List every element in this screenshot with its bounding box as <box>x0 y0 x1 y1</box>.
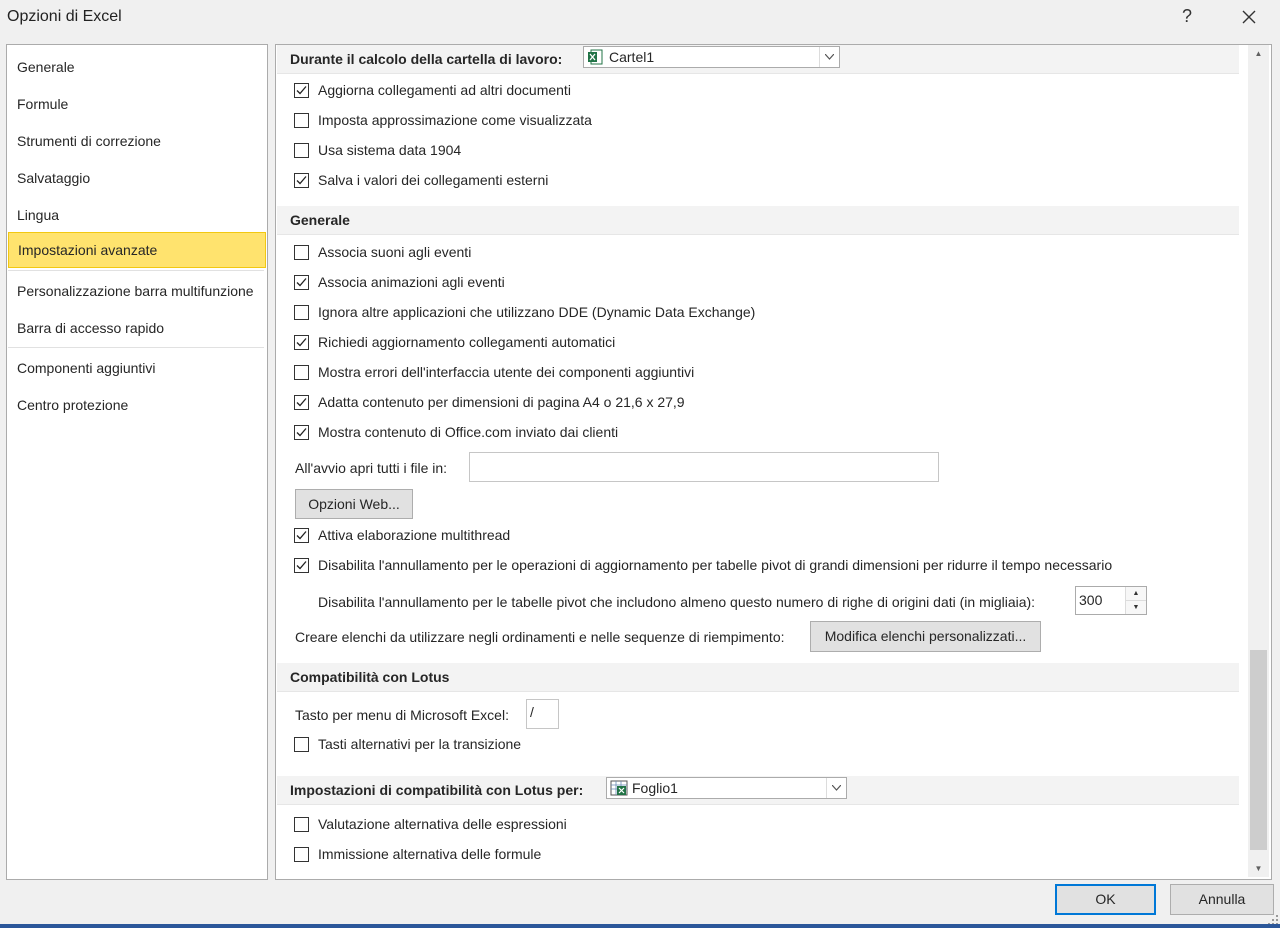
checkbox[interactable] <box>294 83 309 98</box>
checkbox[interactable] <box>294 847 309 862</box>
navigation-panel: Generale Formule Strumenti di correzione… <box>6 44 268 880</box>
checkbox[interactable] <box>294 275 309 290</box>
section-general-title: Generale <box>290 212 350 228</box>
checkbox-label: Immissione alternativa delle formule <box>318 846 542 862</box>
checkbox[interactable] <box>294 143 309 158</box>
section-lotus-header: Compatibilità con Lotus <box>277 663 1239 692</box>
window-accent-border <box>0 924 1280 928</box>
nav-item-strumenti-correzione[interactable]: Strumenti di correzione <box>8 123 266 159</box>
web-options-button[interactable]: Opzioni Web... <box>295 489 413 519</box>
checkbox[interactable] <box>294 737 309 752</box>
settings-panel: Durante il calcolo della cartella di lav… <box>275 44 1272 880</box>
checkbox-label: Aggiorna collegamenti ad altri documenti <box>318 82 571 98</box>
nav-item-centro-protezione[interactable]: Centro protezione <box>8 387 266 423</box>
scroll-down-icon[interactable]: ▼ <box>1248 860 1269 877</box>
excel-workbook-icon <box>587 49 603 65</box>
nav-item-salvataggio[interactable]: Salvataggio <box>8 160 266 196</box>
checkbox-label: Usa sistema data 1904 <box>318 142 462 158</box>
sheet-select[interactable]: Foglio1 <box>606 777 847 799</box>
checkbox-label: Mostra contenuto di Office.com inviato d… <box>318 424 619 440</box>
nav-item-generale[interactable]: Generale <box>8 49 266 85</box>
checkbox[interactable] <box>294 245 309 260</box>
startup-folder-label: All'avvio apri tutti i file in: <box>295 460 448 476</box>
vertical-scrollbar[interactable]: ▲ ▼ <box>1248 45 1269 877</box>
checkbox-label: Mostra errori dell'interfaccia utente de… <box>318 364 695 380</box>
nav-item-formule[interactable]: Formule <box>8 86 266 122</box>
checkbox[interactable] <box>294 817 309 832</box>
checkbox-label: Valutazione alternativa delle espression… <box>318 816 567 832</box>
section-general-header: Generale <box>277 206 1239 235</box>
checkbox[interactable] <box>294 113 309 128</box>
workbook-select-value: Cartel1 <box>609 49 655 65</box>
pivot-rows-stepper[interactable]: 300 ▲ ▼ <box>1075 586 1147 615</box>
help-button[interactable]: ? <box>1176 6 1198 28</box>
resize-grip-icon[interactable] <box>1268 912 1278 925</box>
checkbox[interactable] <box>294 395 309 410</box>
checkbox-label: Disabilita l'annullamento per le operazi… <box>318 557 1113 573</box>
menu-key-input[interactable]: / <box>526 699 559 729</box>
chevron-down-icon[interactable] <box>826 778 846 798</box>
section-lotus-title: Compatibilità con Lotus <box>290 669 450 685</box>
close-icon <box>1242 10 1256 24</box>
section-calc-title: Durante il calcolo della cartella di lav… <box>290 51 563 67</box>
cancel-button[interactable]: Annulla <box>1170 884 1274 915</box>
chevron-down-icon[interactable] <box>819 47 839 67</box>
nav-item-barra-accesso-rapido[interactable]: Barra di accesso rapido <box>8 310 266 346</box>
pivot-rows-label: Disabilita l'annullamento per le tabelle… <box>318 594 1036 610</box>
nav-divider <box>8 270 264 271</box>
scroll-up-icon[interactable]: ▲ <box>1248 45 1269 62</box>
nav-item-personalizzazione-barra[interactable]: Personalizzazione barra multifunzione <box>8 273 266 309</box>
nav-item-impostazioni-avanzate[interactable]: Impostazioni avanzate <box>8 232 266 268</box>
checkbox[interactable] <box>294 365 309 380</box>
ok-button[interactable]: OK <box>1055 884 1156 915</box>
checkbox[interactable] <box>294 335 309 350</box>
checkbox-label: Imposta approssimazione come visualizzat… <box>318 112 592 128</box>
checkbox-label: Richiedi aggiornamento collegamenti auto… <box>318 334 616 350</box>
startup-folder-input[interactable] <box>469 452 939 482</box>
nav-item-lingua[interactable]: Lingua <box>8 197 266 233</box>
checkbox-label: Adatta contenuto per dimensioni di pagin… <box>318 394 685 410</box>
workbook-select[interactable]: Cartel1 <box>583 46 840 68</box>
checkbox-label: Salva i valori dei collegamenti esterni <box>318 172 549 188</box>
checkbox[interactable] <box>294 425 309 440</box>
sheet-select-value: Foglio1 <box>632 780 678 796</box>
excel-sheet-icon <box>610 780 628 796</box>
checkbox-label: Associa suoni agli eventi <box>318 244 472 260</box>
spin-down-icon[interactable]: ▼ <box>1125 601 1146 614</box>
window-title: Opzioni di Excel <box>7 8 122 25</box>
nav-divider <box>8 347 264 348</box>
checkbox-label: Associa animazioni agli eventi <box>318 274 505 290</box>
close-button[interactable] <box>1236 4 1262 30</box>
edit-custom-lists-button[interactable]: Modifica elenchi personalizzati... <box>810 621 1041 652</box>
custom-lists-label: Creare elenchi da utilizzare negli ordin… <box>295 629 785 645</box>
pivot-rows-value: 300 <box>1079 592 1103 608</box>
checkbox-label: Ignora altre applicazioni che utilizzano… <box>318 304 756 320</box>
checkbox-label: Attiva elaborazione multithread <box>318 527 511 543</box>
checkbox[interactable] <box>294 305 309 320</box>
checkbox-label: Tasti alternativi per la transizione <box>318 736 522 752</box>
scroll-thumb[interactable] <box>1250 650 1267 850</box>
checkbox[interactable] <box>294 173 309 188</box>
spin-up-icon[interactable]: ▲ <box>1125 587 1146 601</box>
menu-key-label: Tasto per menu di Microsoft Excel: <box>295 707 509 723</box>
nav-item-componenti-aggiuntivi[interactable]: Componenti aggiuntivi <box>8 350 266 386</box>
checkbox[interactable] <box>294 528 309 543</box>
section-lotus-settings-title: Impostazioni di compatibilità con Lotus … <box>290 782 584 798</box>
checkbox[interactable] <box>294 558 309 573</box>
